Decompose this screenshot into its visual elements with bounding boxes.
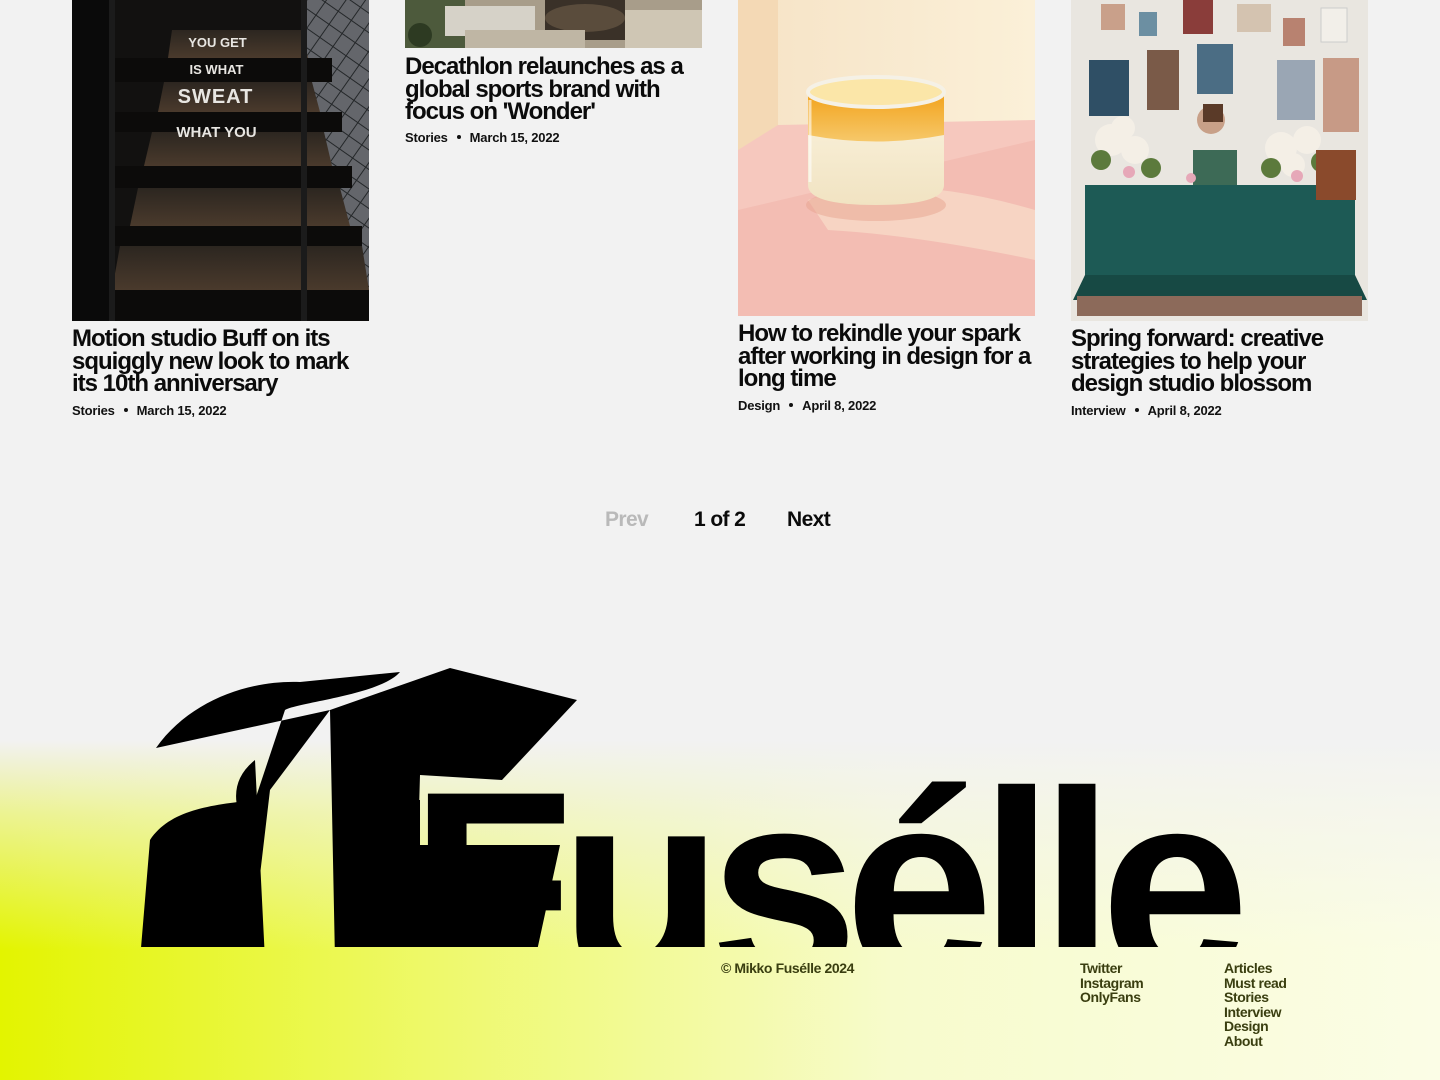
article-date: April 8, 2022	[1147, 403, 1222, 418]
separator-dot	[123, 408, 128, 413]
article-category[interactable]: Design	[738, 398, 780, 413]
article-meta: Stories March 15, 2022	[72, 403, 227, 418]
article-image-florist[interactable]	[1071, 0, 1368, 321]
nav-interview[interactable]: Interview	[1224, 1004, 1287, 1020]
article-category[interactable]: Stories	[72, 403, 115, 418]
prev-page-button[interactable]: Prev	[605, 508, 649, 532]
article-image-stairs[interactable]: YOU GET IS WHAT SWEAT WHAT YOU	[72, 0, 369, 321]
article-title[interactable]: Motion studio Buff on its squiggly new l…	[72, 327, 372, 396]
twitter-link[interactable]: Twitter	[1080, 961, 1143, 976]
nav-articles[interactable]: Articles	[1224, 961, 1287, 976]
copyright: © Mikko Fusélle 2024	[721, 960, 855, 976]
article-title[interactable]: Spring forward: creative strategies to h…	[1071, 327, 1376, 396]
footer-nav: Articles Must read Stories Interview Des…	[1224, 961, 1287, 1048]
nav-stories[interactable]: Stories	[1224, 990, 1287, 1005]
article-image-candle[interactable]	[738, 0, 1035, 316]
separator-dot	[1134, 408, 1139, 413]
pagination: Prev 1 of 2 Next	[0, 508, 1440, 538]
article-image-workshop[interactable]	[405, 0, 702, 48]
article-category[interactable]: Stories	[405, 130, 448, 145]
footer-wordmark: Fusélle	[0, 640, 1440, 947]
nav-design[interactable]: Design	[1224, 1019, 1287, 1034]
nav-about[interactable]: About	[1224, 1033, 1287, 1049]
instagram-link[interactable]: Instagram	[1080, 975, 1144, 991]
article-date: March 15, 2022	[136, 403, 227, 418]
article-category[interactable]: Interview	[1071, 403, 1126, 418]
onlyfans-link[interactable]: OnlyFans	[1080, 990, 1143, 1005]
article-meta: Stories March 15, 2022	[405, 130, 560, 145]
article-date: March 15, 2022	[469, 130, 560, 145]
social-links: Twitter Instagram OnlyFans	[1080, 961, 1144, 1005]
separator-dot	[456, 135, 461, 140]
article-meta: Interview April 8, 2022	[1071, 403, 1222, 418]
nav-must-read[interactable]: Must read	[1224, 975, 1287, 991]
next-page-button[interactable]: Next	[787, 508, 831, 532]
page-indicator: 1 of 2	[694, 508, 746, 531]
stair-text: YOU GET IS WHAT SWEAT WHAT YOU	[176, 35, 257, 141]
article-title[interactable]: How to rekindle your spark after working…	[738, 322, 1038, 391]
separator-dot	[789, 403, 794, 408]
article-meta: Design April 8, 2022	[738, 398, 876, 413]
wordmark-text: Fusélle	[410, 735, 1243, 947]
article-date: April 8, 2022	[802, 398, 877, 413]
article-title[interactable]: Decathlon relaunches as a global sports …	[405, 55, 705, 124]
